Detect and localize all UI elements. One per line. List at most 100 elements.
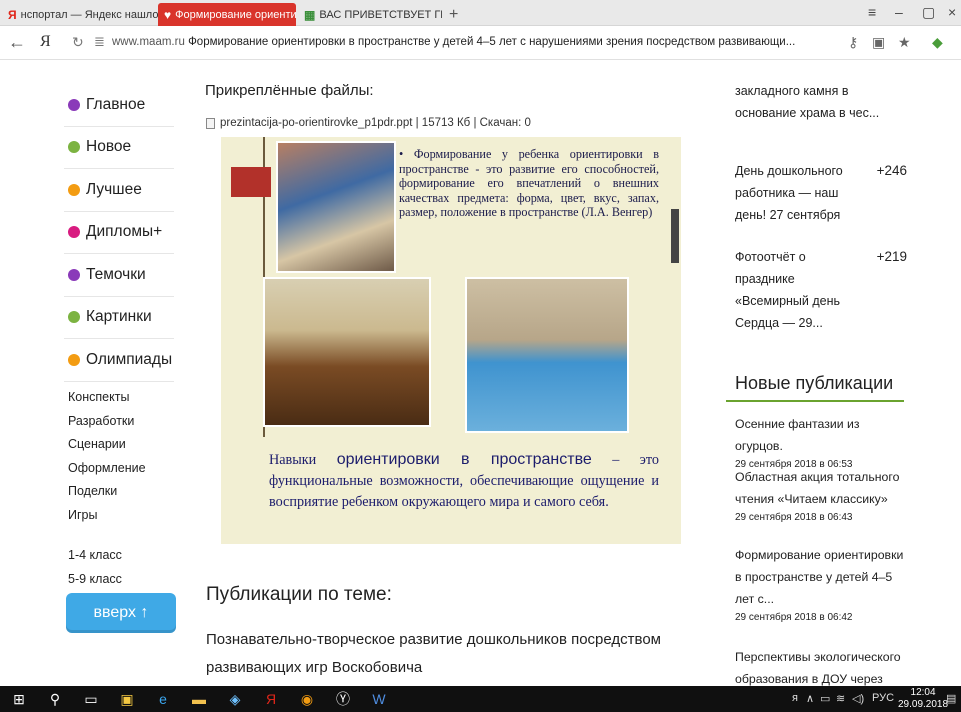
- volume-icon[interactable]: ◁): [852, 692, 864, 705]
- sidebar-item-label: Главное: [86, 95, 146, 113]
- bullet-dot-icon: [68, 311, 80, 324]
- bullet-dot-icon: [68, 353, 80, 366]
- back-to-top-button[interactable]: вверх ↑: [66, 593, 176, 633]
- photo-children-table: [465, 277, 629, 433]
- new-publication-title: Осенние фантазии из огурцов.: [735, 417, 860, 453]
- attached-files-heading: Прикреплённые файлы:: [205, 82, 374, 99]
- clock[interactable]: 12:04 29.09.2018: [898, 687, 948, 711]
- popular-item[interactable]: Фотоотчёт о празднике «Всемирный день Се…: [735, 246, 907, 334]
- popular-item-title: Фотоотчёт о празднике «Всемирный день Се…: [735, 250, 841, 330]
- search-icon[interactable]: ⚲: [46, 690, 64, 708]
- popular-item-count: +246: [876, 163, 907, 178]
- edge-icon[interactable]: e: [154, 690, 172, 708]
- sidebar-item[interactable]: Картинки: [64, 297, 174, 339]
- key-icon[interactable]: ⚷: [848, 34, 858, 51]
- bullet-dot-icon: [68, 98, 80, 111]
- yandex-logo[interactable]: Я: [40, 33, 51, 51]
- bullet-dot-icon: [68, 226, 80, 239]
- new-publication-item[interactable]: Областная акция тотального чтения «Читае…: [735, 466, 907, 526]
- word-icon[interactable]: W: [370, 690, 388, 708]
- minimize-icon[interactable]: –: [895, 4, 903, 20]
- heart-icon: ♥: [164, 7, 172, 22]
- class-link[interactable]: 5-9 класс: [68, 568, 122, 592]
- new-publication-date: 29 сентября 2018 в 06:42: [735, 612, 853, 623]
- tray-up-icon[interactable]: ∧: [806, 692, 814, 705]
- popular-item-count: +219: [876, 249, 907, 264]
- tab-yandex[interactable]: Я нспортал — Яндекс нашло: [2, 3, 158, 26]
- new-publication-date: 29 сентября 2018 в 06:43: [735, 512, 853, 523]
- wifi-icon[interactable]: ≋: [836, 692, 845, 705]
- sidebar-item[interactable]: Дипломы+: [64, 212, 174, 254]
- windows-start-icon[interactable]: ⊞: [10, 690, 28, 708]
- tab-group[interactable]: ▦ ВАС ПРИВЕТСТВУЕТ ГРУПП: [298, 3, 442, 26]
- sidebar-item-label: Олимпиады: [86, 350, 173, 368]
- url-title: Формирование ориентировки в пространстве…: [188, 36, 796, 48]
- new-publication-item[interactable]: Формирование ориентировки в пространстве…: [735, 544, 907, 626]
- category-link[interactable]: Поделки: [68, 480, 146, 504]
- new-tab-button[interactable]: +: [446, 3, 466, 26]
- category-link[interactable]: Конспекты: [68, 386, 146, 410]
- related-publication-link[interactable]: Познавательно-творческое развитие дошкол…: [206, 626, 696, 682]
- new-publication-item[interactable]: Перспективы экологического образования в…: [735, 646, 907, 686]
- category-link[interactable]: Игры: [68, 504, 146, 528]
- bullet-dot-icon: [68, 183, 80, 196]
- category-link[interactable]: Разработки: [68, 410, 146, 434]
- slide-bullet: Формирование у ребенка ориентировки в пр…: [399, 147, 659, 220]
- attached-file-link[interactable]: prezintacija-po-orientirovke_p1pdr.ppt |…: [206, 117, 531, 129]
- bottom-highlight: ориентировки в пространстве: [336, 451, 592, 468]
- sidebar-item-label: Картинки: [86, 308, 152, 326]
- yandex-app-icon[interactable]: Ⓨ: [334, 690, 352, 708]
- chrome-icon[interactable]: ◉: [298, 690, 316, 708]
- sidebar-item-label: Лучшее: [86, 180, 142, 198]
- battery-icon[interactable]: ▭: [820, 692, 830, 705]
- media-icon[interactable]: ◈: [226, 690, 244, 708]
- store-icon[interactable]: ▣: [118, 690, 136, 708]
- popular-item[interactable]: День дошкольного работника — наш день! 2…: [735, 160, 907, 226]
- tab-label: ВАС ПРИВЕТСТВУЕТ ГРУПП: [319, 8, 442, 21]
- bookmark-star-icon[interactable]: ★: [898, 34, 911, 51]
- sidebar-item[interactable]: Темочки: [64, 254, 174, 297]
- reload-icon[interactable]: ↻: [72, 34, 84, 51]
- related-publications-heading: Публикации по теме:: [206, 584, 392, 605]
- address-bar: ← Я ↻ ≣ www.maam.ru Формирование ориенти…: [0, 26, 961, 60]
- new-publications-heading: Новые публикации: [735, 373, 894, 393]
- page-info-icon[interactable]: ≣: [94, 34, 105, 50]
- extension-icon[interactable]: ◆: [932, 34, 943, 51]
- sidebar-item[interactable]: Олимпиады: [64, 339, 174, 382]
- category-links: Конспекты Разработки Сценарии Оформление Под…: [68, 386, 146, 527]
- tab-active-article[interactable]: ♥ Формирование ориенти ×: [158, 3, 296, 26]
- sidebar-item-label: Темочки: [86, 265, 146, 283]
- new-publication-title: Перспективы экологического образования в…: [735, 650, 901, 686]
- task-view-icon[interactable]: ▭: [82, 690, 100, 708]
- clock-date: 29.09.2018: [898, 699, 949, 710]
- class-link[interactable]: 1-4 класс: [68, 544, 122, 568]
- tab-bar: Я нспортал — Яндекс нашло ♥ Формирование…: [0, 0, 961, 26]
- category-link[interactable]: Оформление: [68, 457, 146, 481]
- slide-bottom-text: Навыки ориентировки в пространстве – это…: [269, 449, 659, 513]
- explorer-icon[interactable]: ▬: [190, 690, 208, 708]
- language-indicator[interactable]: РУС: [872, 692, 894, 704]
- close-window-icon[interactable]: ×: [948, 4, 956, 20]
- slide-bullet-text: • Формирование у ребенка ориентировки в …: [399, 147, 659, 220]
- slide-scrollbar: [671, 209, 679, 263]
- notifications-icon[interactable]: ▤: [946, 692, 956, 705]
- sidebar-item[interactable]: Лучшее: [64, 169, 174, 212]
- photo-hall: [263, 277, 431, 427]
- right-fragment[interactable]: закладного камня в основание храма в чес…: [735, 80, 907, 124]
- url-domain: www.maam.ru: [112, 36, 185, 48]
- sidebar-nav: Главное Новое Лучшее Дипломы+ Темочки Картинк…: [64, 84, 174, 382]
- url-field[interactable]: www.maam.ru Формирование ориентировки в …: [112, 36, 812, 48]
- reader-mode-icon[interactable]: ▣: [872, 34, 885, 51]
- sidebar-item[interactable]: Новое: [64, 127, 174, 169]
- category-link[interactable]: Сценарии: [68, 433, 146, 457]
- back-arrow-icon[interactable]: ←: [8, 32, 26, 53]
- people-icon[interactable]: ᴙ: [792, 692, 798, 704]
- yandex-browser-icon[interactable]: Я: [262, 690, 280, 708]
- popular-item-title: День дошкольного работника — наш день! 2…: [735, 164, 843, 222]
- sidebar-item[interactable]: Главное: [64, 84, 174, 127]
- menu-icon[interactable]: ≡: [868, 4, 876, 20]
- new-publication-item[interactable]: Осенние фантазии из огурцов. 29 сентября …: [735, 413, 907, 473]
- bullet-dot-icon: [68, 141, 80, 154]
- bottom-pre: Навыки: [269, 452, 337, 468]
- restore-icon[interactable]: ▢: [922, 4, 935, 21]
